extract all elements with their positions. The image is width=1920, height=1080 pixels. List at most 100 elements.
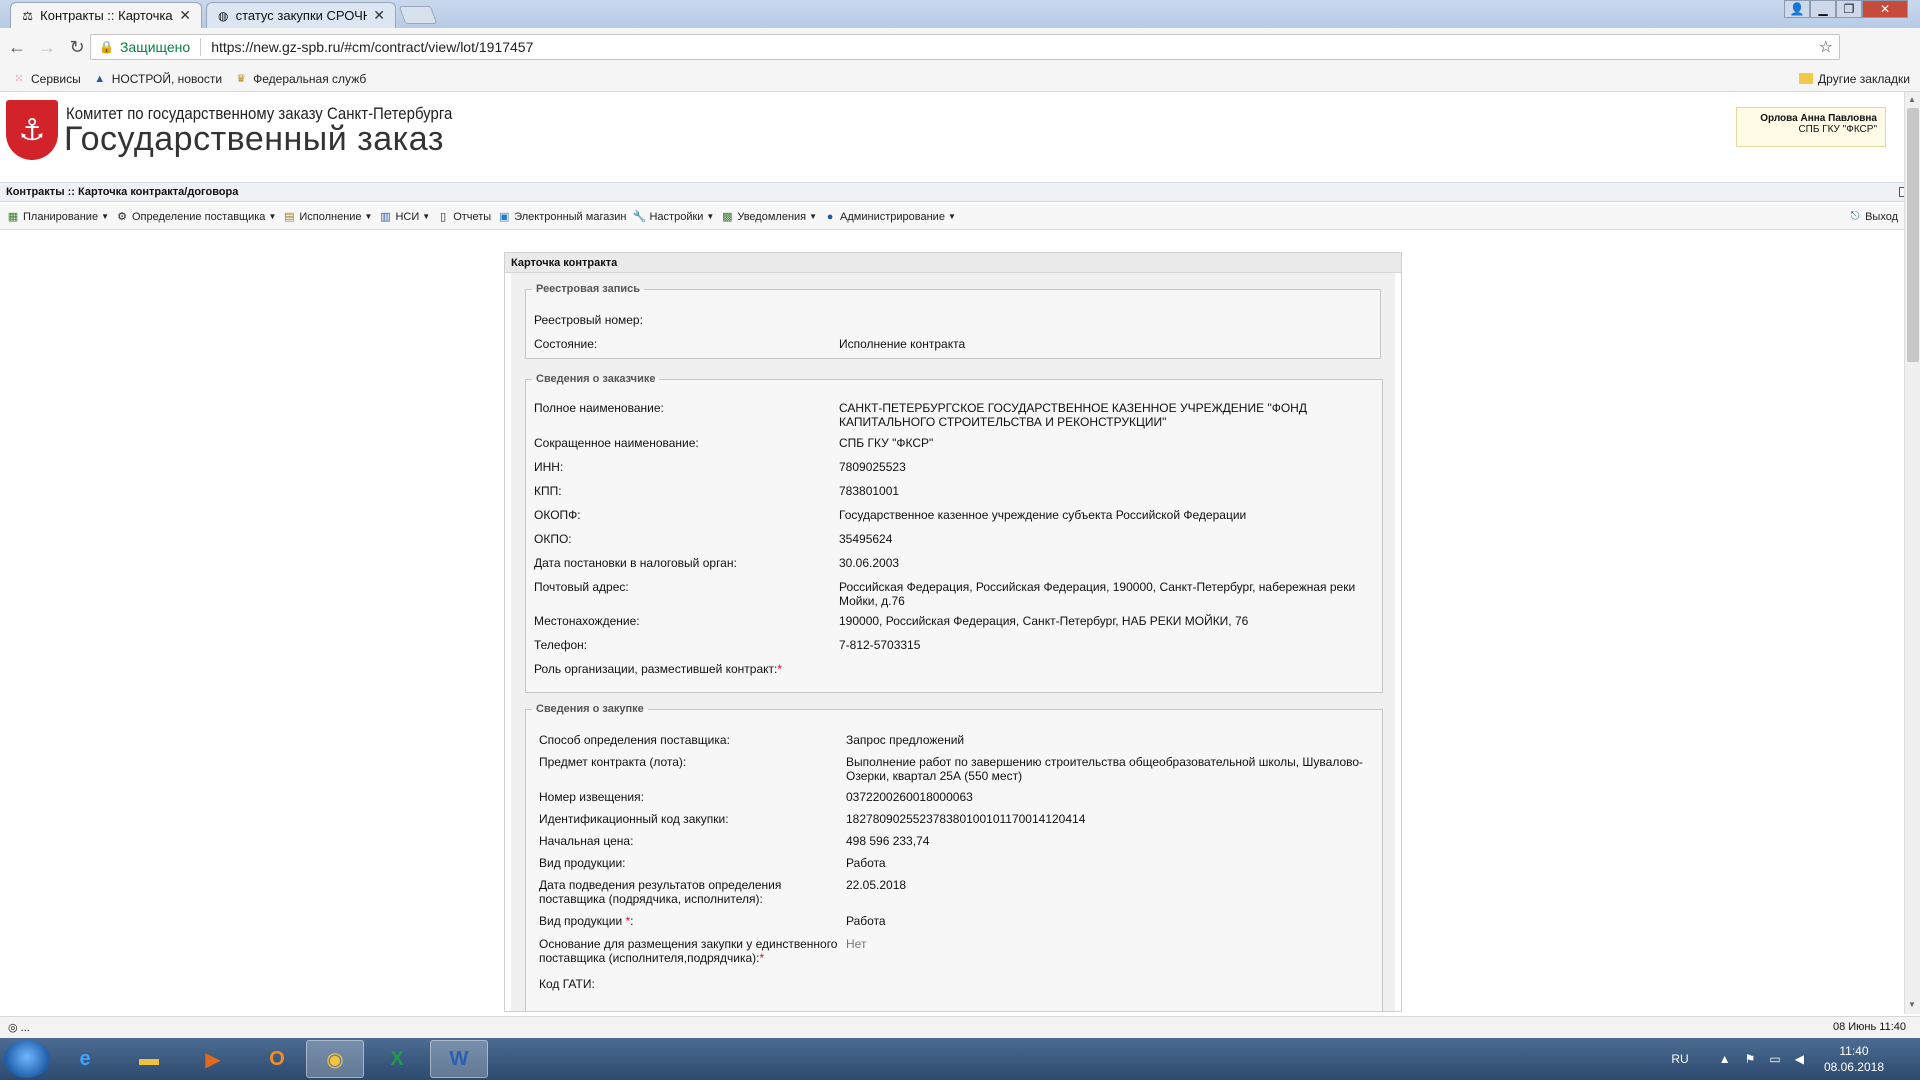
product-type-label: Вид продукции:	[539, 856, 626, 870]
menu-supplier[interactable]: ⚙ Определение поставщика ▼	[115, 210, 276, 224]
reload-icon[interactable]: ↻	[64, 34, 90, 60]
tray-up-arrow-icon[interactable]: ▲	[1719, 1052, 1731, 1066]
word-icon[interactable]: W	[430, 1040, 488, 1078]
phone-value: 7-812-5703315	[839, 638, 921, 652]
breadcrumb: Контракты :: Карточка контракта/договора	[0, 182, 1920, 202]
close-tab-icon[interactable]: ✕	[179, 7, 191, 24]
bookmark-star-icon[interactable]: ☆	[1819, 37, 1833, 57]
menu-administration[interactable]: ● Администрирование ▼	[823, 210, 956, 224]
registry-legend: Реестровая запись	[536, 283, 641, 295]
globe-icon: ◍	[218, 8, 229, 23]
kpp-label: КПП:	[534, 484, 562, 498]
full-name-label: Полное наименование:	[534, 401, 664, 415]
single-supplier-basis-label: Основание для размещения закупки у единс…	[539, 937, 838, 965]
menu-nsi[interactable]: ▥ НСИ ▼	[378, 210, 430, 224]
inn-label: ИНН:	[534, 460, 564, 474]
network-icon[interactable]: ▭	[1769, 1052, 1780, 1066]
chrome-icon[interactable]: ◉	[306, 1040, 364, 1078]
scroll-up-icon[interactable]: ▲	[1908, 95, 1916, 104]
gati-code-label: Код ГАТИ:	[539, 977, 595, 991]
menu-settings[interactable]: 🔧 Настройки ▼	[632, 210, 715, 224]
exit-button[interactable]: ⎋ Выход	[1848, 210, 1898, 224]
kpp-value: 783801001	[839, 484, 900, 498]
brand-title: Государственный заказ	[64, 120, 444, 158]
media-player-icon[interactable]: ▶	[184, 1040, 242, 1078]
bookmark-nostroy[interactable]: ▲ НОСТРОЙ, новости	[93, 72, 222, 86]
planning-icon: ▦	[7, 211, 19, 223]
user-badge[interactable]: Орлова Анна Павловна СПБ ГКУ "ФКСР"	[1736, 107, 1886, 147]
tab-contract-card[interactable]: ⚖ Контракты :: Карточка к ✕	[10, 2, 202, 28]
full-name-value: САНКТ-ПЕТЕРБУРГСКОЕ ГОСУДАРСТВЕННОЕ КАЗЕ…	[839, 401, 1307, 429]
notice-number-value: 0372200260018000063	[846, 790, 973, 804]
okpo-label: ОКПО:	[534, 532, 572, 546]
shop-icon: ▣	[499, 211, 510, 223]
forward-arrow-icon[interactable]: →	[34, 34, 60, 60]
product-type-required-label: Вид продукции *:	[539, 914, 634, 928]
location-value: 190000, Российская Федерация, Санкт-Пете…	[839, 614, 1249, 628]
url-input[interactable]: 🔒 Защищено https://new.gz-spb.ru/#cm/con…	[90, 34, 1840, 60]
back-arrow-icon[interactable]: ←	[4, 34, 30, 60]
windows-start-icon[interactable]	[4, 1040, 50, 1078]
tab-purchase-status[interactable]: ◍ статус закупки СРОЧНО ✕	[206, 2, 396, 28]
volume-icon[interactable]: ◀	[1795, 1052, 1804, 1066]
ie-icon[interactable]: e	[56, 1040, 114, 1078]
bookmark-federal-service[interactable]: ♛ Федеральная служб	[234, 72, 366, 86]
page-scrollbar[interactable]: ▲ ▼	[1904, 92, 1920, 1014]
outlook-icon[interactable]: O	[248, 1040, 306, 1078]
menu-reports[interactable]: ▯ Отчеты	[436, 210, 491, 224]
new-tab-button[interactable]	[398, 6, 438, 24]
spb-crest-icon: ⚓	[6, 100, 58, 160]
scroll-thumb[interactable]	[1907, 108, 1919, 362]
close-tab-icon[interactable]: ✕	[373, 7, 385, 24]
status-indicator-icon: ◎	[8, 1022, 18, 1034]
customer-legend: Сведения о заказчике	[536, 373, 656, 385]
subject-label: Предмет контракта (лота):	[539, 755, 687, 769]
menu-planning[interactable]: ▦ Планирование ▼	[6, 210, 109, 224]
execution-icon: ▤	[284, 211, 295, 223]
scroll-down-icon[interactable]: ▼	[1908, 1000, 1916, 1009]
method-label: Способ определения поставщика:	[539, 733, 730, 747]
language-indicator[interactable]: RU	[1671, 1052, 1688, 1066]
user-org: СПБ ГКУ "ФКСР"	[1798, 124, 1877, 135]
short-name-value: СПБ ГКУ "ФКСР"	[839, 436, 934, 450]
lock-icon: 🔒	[99, 40, 114, 54]
menu-e-shop[interactable]: ▣ Электронный магазин	[497, 210, 626, 224]
menu-execution[interactable]: ▤ Исполнение ▼	[282, 210, 372, 224]
phone-label: Телефон:	[534, 638, 588, 652]
dropdown-arrow-icon: ▼	[268, 212, 277, 221]
close-window-icon[interactable]: ✕	[1862, 0, 1908, 18]
notification-icon: ▩	[722, 211, 733, 223]
flag-icon[interactable]: ⚑	[1745, 1052, 1756, 1066]
registry-number-label: Реестровый номер:	[534, 313, 643, 327]
purchase-code-value: 182780902552378380100101170014120414	[846, 812, 1086, 826]
bookmark-other[interactable]: Другие закладки	[1799, 72, 1910, 86]
single-supplier-basis-value[interactable]: Нет	[846, 937, 866, 951]
explorer-folder-icon[interactable]: ▬	[120, 1040, 178, 1078]
org-role-label: Роль организации, разместившей контракт:…	[534, 662, 783, 676]
required-marker: *	[777, 662, 783, 676]
user-name: Орлова Анна Павловна	[1760, 113, 1877, 124]
maximize-icon[interactable]: ❐	[1836, 0, 1862, 18]
dropdown-arrow-icon: ▼	[706, 212, 715, 221]
menu-notifications[interactable]: ▩ Уведомления ▼	[720, 210, 817, 224]
bookmark-services[interactable]: ⁙ Сервисы	[12, 72, 80, 86]
panel-title: Карточка контракта	[505, 253, 1401, 273]
purchase-legend: Сведения о закупке	[536, 703, 644, 715]
inn-value: 7809025523	[839, 460, 906, 474]
okpo-value: 35495624	[839, 532, 893, 546]
minimize-icon[interactable]: ▁	[1810, 0, 1836, 18]
security-label: Защищено	[119, 39, 191, 55]
purchase-code-label: Идентификационный код закупки:	[539, 812, 729, 826]
bookmarks-bar: ⁙ Сервисы ▲ НОСТРОЙ, новости ♛ Федеральн…	[0, 66, 1920, 92]
dropdown-arrow-icon: ▼	[364, 212, 373, 221]
tax-date-label: Дата постановки в налоговый орган:	[534, 556, 737, 570]
user-icon[interactable]: 👤	[1784, 0, 1810, 18]
purchase-fieldset: Сведения о закупке Способ определения по…	[525, 703, 1383, 1011]
dropdown-arrow-icon: ▼	[101, 212, 109, 221]
browser-tabstrip: ⚖ Контракты :: Карточка к ✕ ◍ статус зак…	[0, 0, 1920, 28]
report-icon: ▯	[440, 211, 447, 223]
clock[interactable]: 11:40 08.06.2018	[1824, 1043, 1884, 1075]
gavel-icon: ⚖	[22, 8, 33, 23]
postal-address-label: Почтовый адрес:	[534, 580, 629, 594]
excel-icon[interactable]: X	[368, 1040, 426, 1078]
